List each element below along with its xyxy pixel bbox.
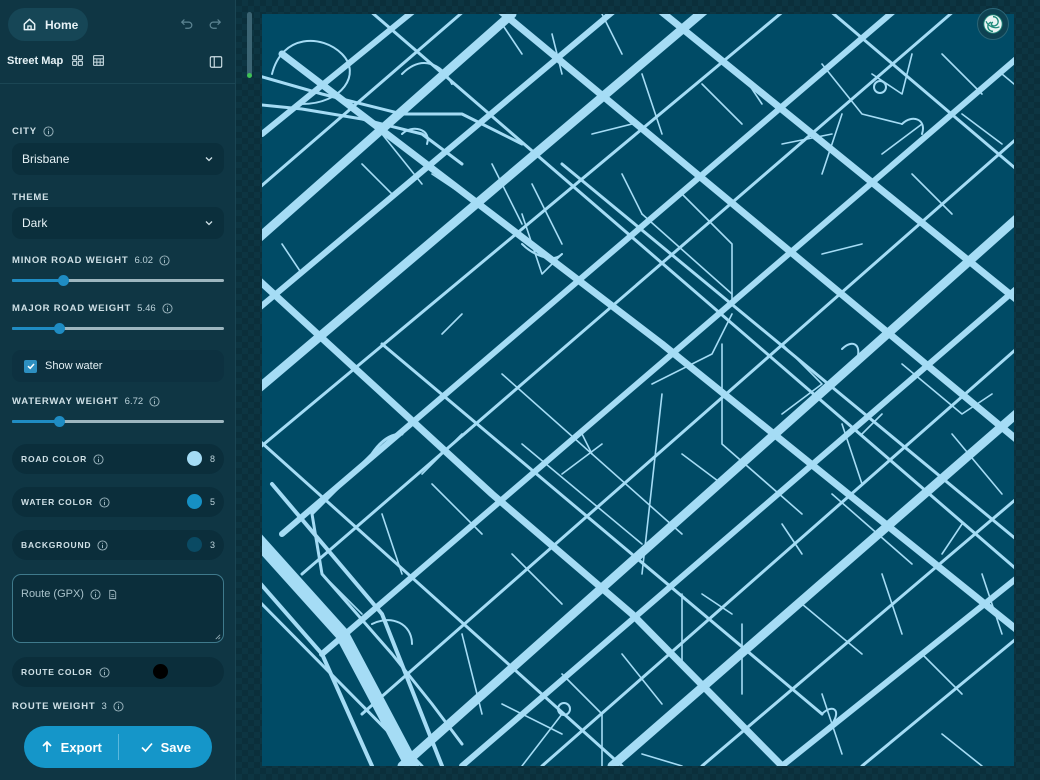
check-icon: [26, 363, 35, 370]
major-road-weight-label: MAJOR ROAD WEIGHT 5.46: [12, 303, 173, 314]
waterway-weight-label: WATERWAY WEIGHT 6.72: [12, 396, 160, 407]
minor-road-weight-slider[interactable]: [12, 274, 224, 286]
route-gpx-placeholder: Route (GPX): [21, 588, 84, 600]
background-color-swatch[interactable]: [187, 537, 202, 552]
show-water-toggle[interactable]: Show water: [12, 350, 224, 382]
road-color-count: 8: [209, 454, 215, 464]
route-color-row[interactable]: ROUTE COLOR: [12, 657, 224, 687]
water-color-count: 5: [209, 497, 215, 507]
info-icon[interactable]: [90, 589, 101, 600]
city-value: Brisbane: [22, 152, 70, 166]
background-label: BACKGROUND: [21, 540, 92, 550]
table-icon[interactable]: [92, 54, 105, 67]
chevron-down-icon: [205, 221, 213, 226]
home-button[interactable]: Home: [8, 8, 88, 41]
theme-label: THEME: [12, 192, 50, 203]
map-title: Street Map: [7, 54, 64, 67]
minor-road-weight-label: MINOR ROAD WEIGHT 6.02: [12, 255, 170, 266]
water-color-label: WATER COLOR: [21, 497, 93, 507]
waterway-weight-slider[interactable]: [12, 415, 224, 427]
map-preview[interactable]: [262, 14, 1014, 766]
grid-icon[interactable]: [71, 54, 84, 67]
water-color-row[interactable]: WATER COLOR 5: [12, 487, 224, 517]
home-label: Home: [45, 17, 79, 32]
logo-button[interactable]: [977, 8, 1009, 40]
theme-select[interactable]: Dark: [12, 207, 224, 239]
background-count: 3: [209, 540, 215, 550]
chevron-down-icon: [205, 157, 213, 162]
route-color-label: ROUTE COLOR: [21, 667, 93, 677]
slider-thumb[interactable]: [57, 275, 69, 286]
info-icon[interactable]: [159, 255, 170, 266]
city-label: CITY: [12, 126, 54, 137]
info-icon[interactable]: [97, 539, 108, 551]
info-icon[interactable]: [99, 666, 110, 678]
show-water-checkbox[interactable]: [24, 359, 37, 373]
slider-thumb[interactable]: [53, 323, 65, 334]
road-color-label: ROAD COLOR: [21, 454, 88, 464]
home-icon: [23, 18, 36, 31]
route-weight-value: 3: [101, 701, 107, 712]
info-icon[interactable]: [99, 496, 110, 508]
city-select[interactable]: Brisbane: [12, 143, 224, 175]
save-button[interactable]: Save: [119, 726, 213, 768]
save-check-icon: [140, 742, 153, 753]
major-road-weight-value: 5.46: [137, 303, 156, 314]
show-water-label: Show water: [45, 360, 103, 372]
resize-handle-icon[interactable]: [214, 633, 221, 640]
waterway-weight-value: 6.72: [124, 396, 144, 407]
info-icon[interactable]: [93, 453, 104, 465]
info-icon[interactable]: [113, 701, 124, 712]
sidebar: Home Street Map CITY Brisbane THEME Dark…: [0, 0, 236, 780]
info-icon[interactable]: [149, 396, 160, 407]
undo-icon[interactable]: [180, 16, 194, 30]
action-bar: Export Save: [24, 726, 212, 768]
file-icon[interactable]: [107, 589, 118, 600]
road-color-swatch[interactable]: [187, 451, 202, 466]
route-weight-label: ROUTE WEIGHT 3: [12, 701, 124, 712]
street-map: [262, 14, 1014, 766]
background-color-row[interactable]: BACKGROUND 3: [12, 530, 224, 560]
minor-road-weight-value: 6.02: [134, 255, 154, 266]
slider-thumb[interactable]: [53, 416, 65, 427]
theme-value: Dark: [22, 216, 48, 230]
major-road-weight-slider[interactable]: [12, 322, 224, 334]
info-icon[interactable]: [162, 303, 173, 314]
spiral-logo-icon: [983, 14, 1003, 34]
scrollbar[interactable]: [247, 12, 252, 76]
export-button[interactable]: Export: [24, 726, 118, 768]
status-dot: [247, 73, 252, 78]
road-color-row[interactable]: ROAD COLOR 8: [12, 444, 224, 474]
route-gpx-input[interactable]: Route (GPX): [12, 574, 224, 643]
sidebar-header: Home Street Map: [0, 0, 236, 84]
export-icon: [42, 740, 52, 752]
route-color-swatch[interactable]: [153, 664, 168, 679]
panel-icon[interactable]: [209, 55, 223, 69]
info-icon[interactable]: [43, 126, 54, 137]
redo-icon[interactable]: [208, 16, 222, 30]
water-color-swatch[interactable]: [187, 494, 202, 509]
